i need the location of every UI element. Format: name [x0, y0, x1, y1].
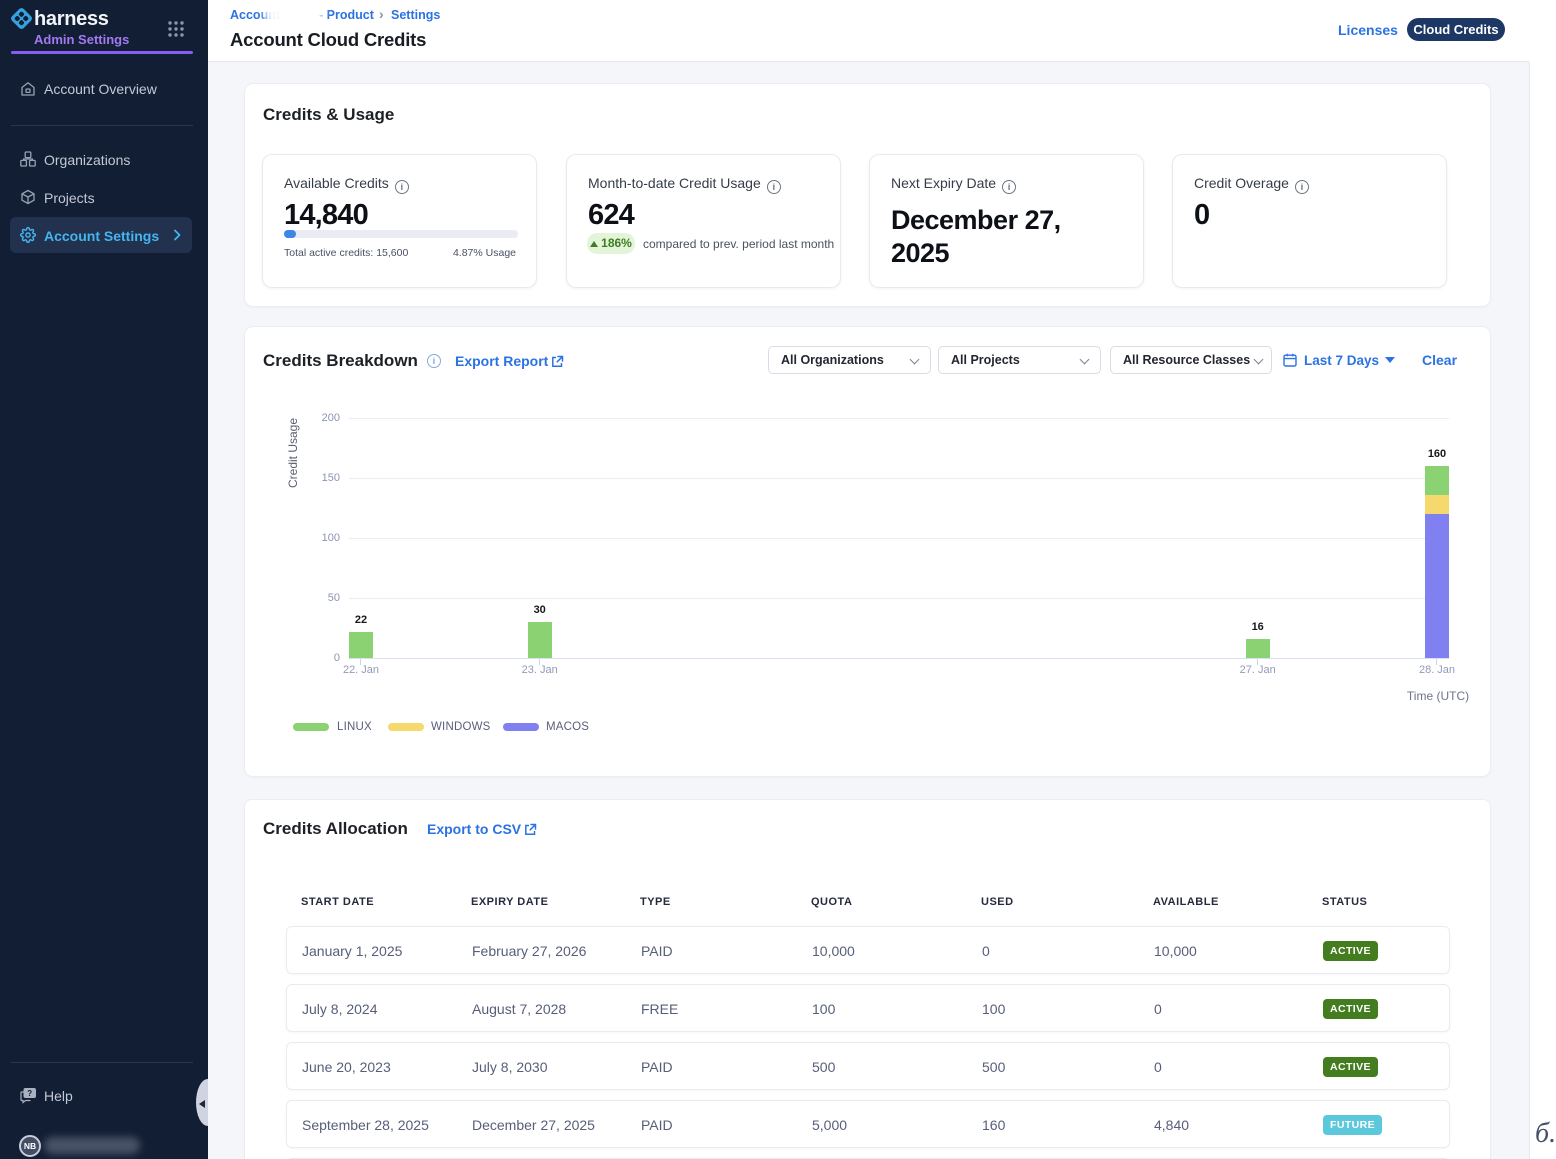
svg-text:?: ? [27, 1089, 32, 1098]
